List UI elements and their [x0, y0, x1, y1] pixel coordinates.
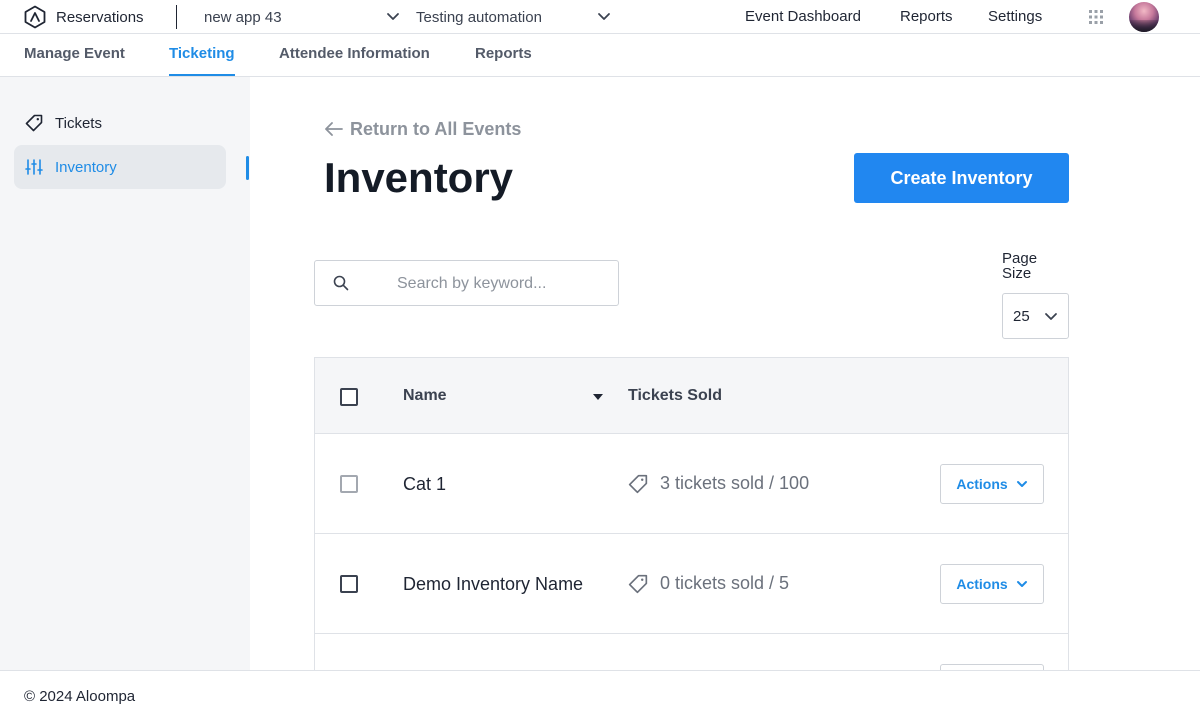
return-to-all-events-link[interactable]: Return to All Events [324, 117, 521, 141]
nav-reports[interactable]: Reports [900, 0, 953, 34]
sidebar: Tickets Inventory [0, 77, 250, 670]
table-row: Cat 1 3 tickets sold / 100 Actions [315, 434, 1068, 534]
app-name: Reservations [56, 8, 144, 26]
row-name: Demo Inventory Name [403, 574, 584, 594]
sidebar-item-label: Tickets [55, 114, 102, 132]
actions-button[interactable]: Actions [940, 464, 1044, 504]
column-header-tickets-sold: Tickets Sold [628, 387, 722, 404]
row-checkbox[interactable] [340, 475, 358, 493]
chevron-down-icon [1044, 311, 1058, 323]
page-title: Inventory [324, 154, 514, 201]
nav-event-dashboard[interactable]: Event Dashboard [745, 0, 861, 34]
active-indicator [246, 156, 249, 180]
tab-reports[interactable]: Reports [475, 34, 532, 76]
select-all-checkbox[interactable] [340, 388, 358, 406]
search-input[interactable] [397, 271, 607, 297]
actions-label: Actions [956, 576, 1008, 592]
event-selector-value: Testing automation [416, 8, 542, 26]
header-divider [176, 5, 177, 29]
footer: © 2024 Aloompa [0, 670, 1200, 720]
arrow-left-icon [324, 121, 344, 137]
avatar[interactable] [1129, 2, 1159, 32]
return-link-label: Return to All Events [350, 118, 522, 139]
search-icon [333, 275, 349, 291]
create-inventory-button[interactable]: Create Inventory [854, 153, 1069, 203]
chevron-down-icon [1016, 479, 1028, 489]
chevron-down-icon [1016, 579, 1028, 589]
app-selector-value: new app 43 [204, 8, 282, 26]
event-selector[interactable]: Testing automation [416, 0, 612, 34]
brand[interactable]: Reservations [23, 5, 144, 29]
tab-manage-event[interactable]: Manage Event [24, 34, 125, 76]
chevron-down-icon [386, 11, 400, 23]
column-header-name[interactable]: Name [403, 387, 447, 405]
logo-icon [23, 5, 47, 29]
section-tabs: Manage Event Ticketing Attendee Informat… [0, 34, 1200, 77]
table-row-partial [315, 634, 1068, 670]
page-size-select[interactable]: 25 [1002, 293, 1069, 339]
row-checkbox[interactable] [340, 575, 358, 593]
inventory-table: Name Tickets Sold Cat 1 3 tickets sold /… [314, 357, 1069, 670]
actions-button[interactable]: Actions [940, 564, 1044, 604]
row-name: Cat 1 [403, 474, 447, 494]
tickets-sold-text: 3 tickets sold / 100 [660, 473, 810, 493]
nav-settings[interactable]: Settings [988, 0, 1042, 34]
page-size-value: 25 [1013, 307, 1030, 325]
ticket-icon [628, 574, 648, 594]
app-selector[interactable]: new app 43 [204, 0, 400, 34]
ticket-icon [628, 474, 648, 494]
sort-caret-down-icon[interactable] [592, 393, 604, 401]
table-header: Name Tickets Sold [315, 358, 1068, 434]
top-bar: Reservations new app 43 Testing automati… [0, 0, 1200, 34]
apps-grid-icon[interactable] [1089, 10, 1103, 24]
ticket-icon [25, 114, 43, 132]
sidebar-item-label: Inventory [55, 158, 117, 176]
sliders-icon [25, 159, 43, 175]
tab-ticketing[interactable]: Ticketing [169, 34, 235, 76]
table-row: Demo Inventory Name 0 tickets sold / 5 A… [315, 534, 1068, 634]
tickets-sold-text: 0 tickets sold / 5 [660, 573, 790, 593]
row-tickets-sold: 3 tickets sold / 100 [628, 473, 809, 494]
tab-attendee-information[interactable]: Attendee Information [279, 34, 430, 76]
page-size-label: Page Size [1002, 250, 1038, 282]
copyright-text: © 2024 Aloompa [24, 688, 136, 705]
chevron-down-icon [597, 11, 611, 23]
sidebar-item-inventory[interactable]: Inventory [14, 145, 226, 189]
search-field[interactable] [314, 260, 619, 306]
row-tickets-sold: 0 tickets sold / 5 [628, 573, 789, 594]
actions-label: Actions [956, 476, 1008, 492]
sidebar-item-tickets[interactable]: Tickets [14, 101, 226, 145]
